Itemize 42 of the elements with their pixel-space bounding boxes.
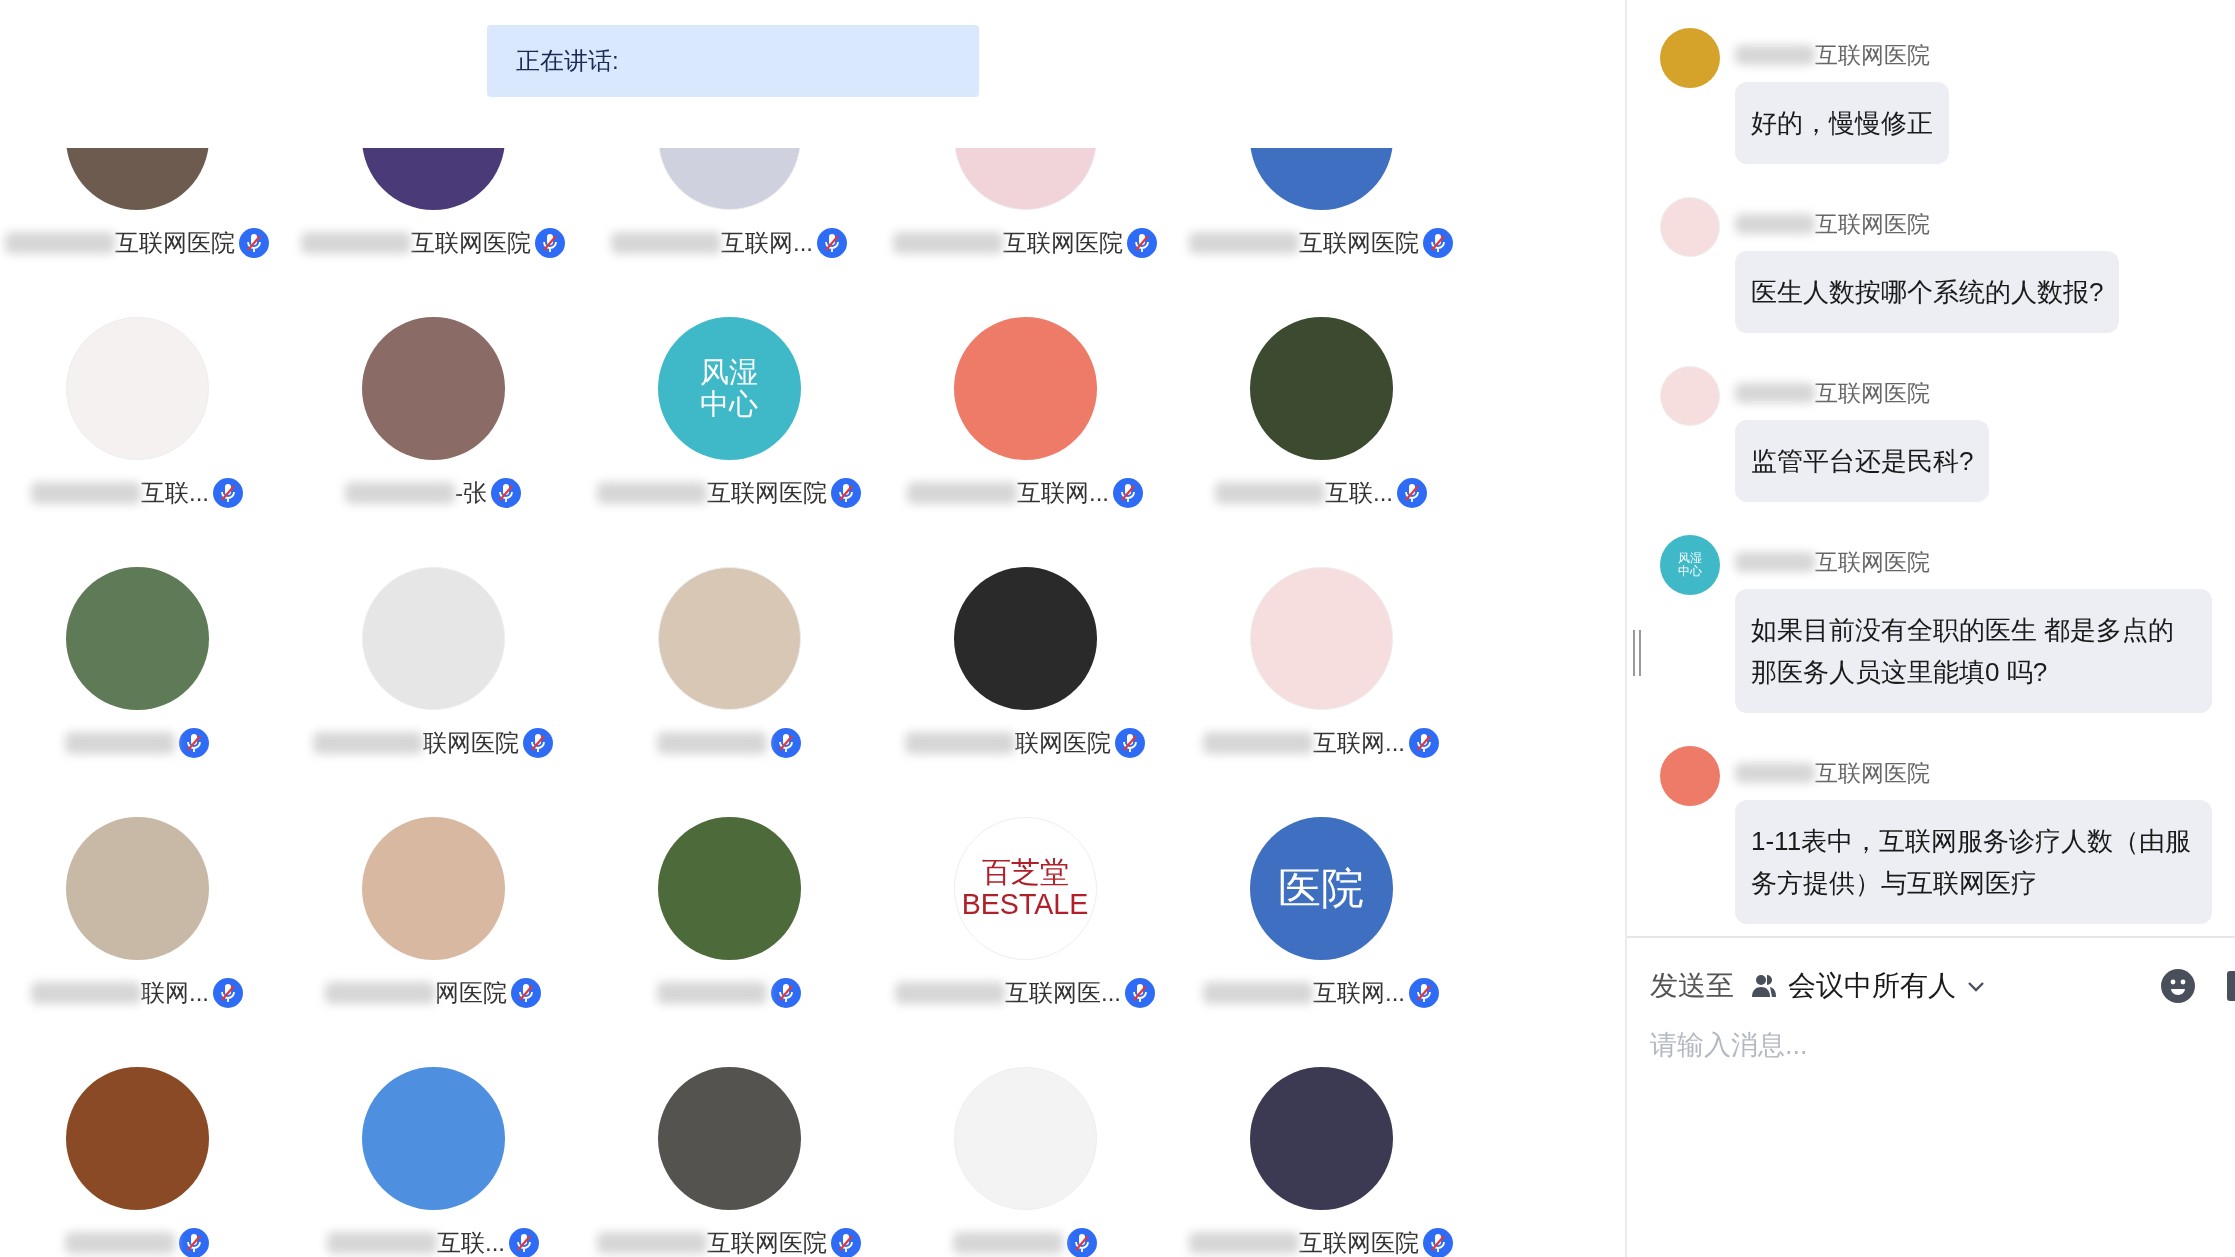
sender-name: 互联网医院 — [1815, 378, 1930, 408]
sender-name: 互联网医院 — [1815, 547, 1930, 577]
participant-name: -张 — [455, 478, 487, 508]
participant-name: 互联网医院 — [707, 1228, 827, 1257]
message-bubble: 1-11表中，互联网服务诊疗人数（由服务方提供）与互联网医疗 — [1735, 800, 2212, 924]
participant-name: 互联网医院 — [411, 228, 531, 258]
message-bubble: 医生人数按哪个系统的人数报? — [1735, 251, 2120, 333]
participant-name: 互联网... — [721, 228, 813, 258]
logo-avatar: 风湿 中心 — [657, 317, 801, 460]
logo-avatar: 医院 — [1249, 817, 1393, 960]
sender-name: 互联网医院 — [1815, 209, 1930, 239]
participant-name: 互联网医院 — [115, 228, 235, 258]
participant-name: 互联网... — [1313, 978, 1405, 1008]
participant-name: 互联网... — [1313, 728, 1405, 758]
logo-avatar: 百芝堂 BESTALE — [953, 817, 1097, 960]
speaking-indicator: 正在讲话: — [487, 25, 979, 97]
participant-name: 互联... — [437, 1228, 505, 1257]
logo-avatar: 风湿 中心 — [1660, 535, 1720, 595]
recipient-dropdown[interactable]: 会议中所有人 — [1750, 967, 1986, 1005]
participant-name: 互联网医院 — [1003, 228, 1123, 258]
emoji-icon[interactable] — [2161, 969, 2195, 1003]
participant-name: 互联... — [141, 478, 209, 508]
participant-name: 互联网医院 — [1299, 1228, 1419, 1257]
sender-name: 互联网医院 — [1815, 758, 1930, 788]
toolbar-icon[interactable] — [2227, 971, 2235, 1001]
sender-name: 互联网医院 — [1815, 40, 1930, 70]
message-input[interactable]: 请输入消息... — [1650, 1024, 2210, 1067]
participant-name: 网医院 — [435, 978, 507, 1008]
message-bubble: 好的，慢慢修正 — [1735, 82, 1949, 164]
message-bubble: 监管平台还是民科? — [1735, 420, 1990, 502]
participant-name: 互联网医... — [1005, 978, 1121, 1008]
send-to-label: 发送至 — [1650, 969, 1734, 1003]
people-icon — [1750, 972, 1778, 1000]
participant-name: 互联... — [1325, 478, 1393, 508]
participant-name: 互联网医院 — [707, 478, 827, 508]
participant-name: 联网医院 — [1015, 728, 1111, 758]
participant-name: 联网医院 — [423, 728, 519, 758]
participant-name: 互联网... — [1017, 478, 1109, 508]
resize-handle[interactable] — [1633, 630, 1641, 676]
message-bubble: 如果目前没有全职的医生 都是多点的那医务人员这里能填0 吗? — [1735, 589, 2212, 713]
participant-name: 互联网医院 — [1299, 228, 1419, 258]
participant-name: 联网... — [141, 978, 209, 1008]
